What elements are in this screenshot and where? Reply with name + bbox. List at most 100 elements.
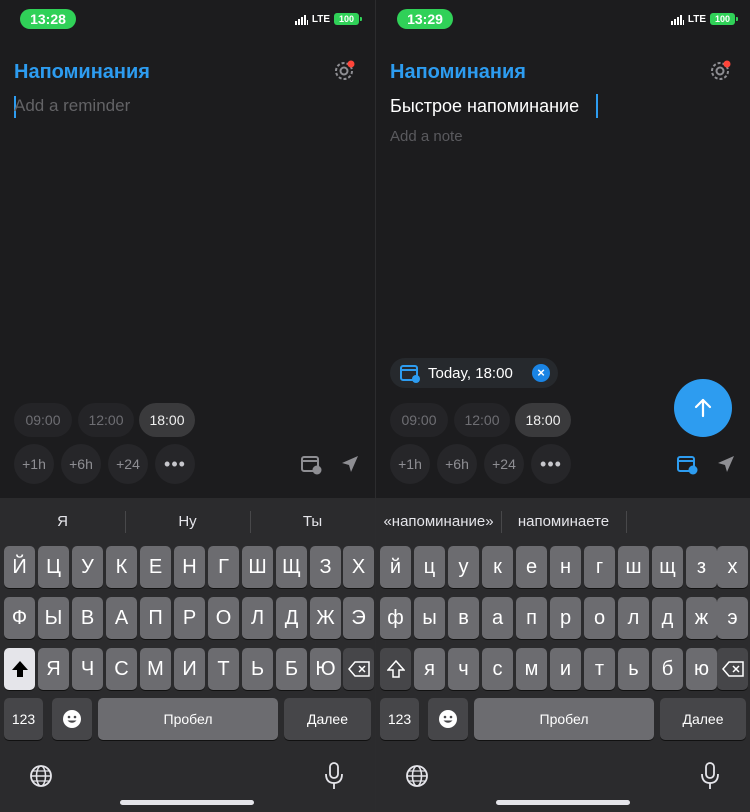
key[interactable]: П <box>140 597 171 639</box>
settings-gear-icon[interactable] <box>333 60 355 82</box>
key[interactable]: Я <box>38 648 69 690</box>
return-key[interactable]: Далее <box>284 698 371 740</box>
time-chip-0900[interactable]: 09:00 <box>390 403 448 437</box>
key[interactable]: ж <box>686 597 717 639</box>
key[interactable]: Й <box>4 546 35 588</box>
key[interactable]: а <box>482 597 513 639</box>
key[interactable]: Ч <box>72 648 103 690</box>
location-arrow-icon[interactable] <box>715 453 737 475</box>
key[interactable]: м <box>516 648 547 690</box>
microphone-icon[interactable] <box>324 762 344 790</box>
key[interactable]: У <box>72 546 103 588</box>
key[interactable]: Х <box>343 546 374 588</box>
key[interactable]: Ь <box>242 648 273 690</box>
key[interactable]: к <box>482 546 513 588</box>
note-input[interactable]: Add a note <box>390 128 463 145</box>
due-date-chip[interactable]: Today, 18:00 × <box>390 358 558 388</box>
key[interactable]: ы <box>414 597 445 639</box>
key[interactable]: ь <box>618 648 649 690</box>
key[interactable]: х <box>717 546 748 588</box>
more-button[interactable]: ••• <box>155 444 195 484</box>
key[interactable]: ю <box>686 648 717 690</box>
shift-key[interactable] <box>380 648 411 690</box>
suggestion-item[interactable]: Ну <box>125 508 250 536</box>
key[interactable]: о <box>584 597 615 639</box>
key[interactable]: э <box>717 597 748 639</box>
key[interactable]: Ф <box>4 597 35 639</box>
numbers-key[interactable]: 123 <box>380 698 419 740</box>
key[interactable]: Щ <box>276 546 307 588</box>
time-chip-1200[interactable]: 12:00 <box>78 403 134 437</box>
space-key[interactable]: Пробел <box>474 698 654 740</box>
microphone-icon[interactable] <box>700 762 720 790</box>
key[interactable]: ц <box>414 546 445 588</box>
key[interactable]: К <box>106 546 137 588</box>
key[interactable]: И <box>174 648 205 690</box>
key[interactable]: А <box>106 597 137 639</box>
key[interactable]: ч <box>448 648 479 690</box>
key[interactable]: д <box>652 597 683 639</box>
key[interactable]: Ш <box>242 546 273 588</box>
reminder-input[interactable]: Add a reminder <box>14 96 130 116</box>
clear-x-icon[interactable]: × <box>532 364 550 382</box>
suggestion-item[interactable]: «напоминание» <box>376 508 501 536</box>
key[interactable]: Ж <box>310 597 341 639</box>
key[interactable]: Н <box>174 546 205 588</box>
offset-chip-24[interactable]: +24 <box>484 444 524 484</box>
key[interactable]: з <box>686 546 717 588</box>
home-indicator[interactable] <box>120 800 254 805</box>
key[interactable]: п <box>516 597 547 639</box>
key[interactable]: З <box>310 546 341 588</box>
time-chip-1800[interactable]: 18:00 <box>139 403 195 437</box>
calendar-icon[interactable] <box>676 453 698 475</box>
key[interactable]: в <box>448 597 479 639</box>
globe-icon[interactable] <box>29 764 53 788</box>
key[interactable]: н <box>550 546 581 588</box>
time-chip-0900[interactable]: 09:00 <box>14 403 72 437</box>
suggestion-item[interactable] <box>626 508 750 536</box>
time-chip-1800[interactable]: 18:00 <box>515 403 571 437</box>
key[interactable]: с <box>482 648 513 690</box>
globe-icon[interactable] <box>405 764 429 788</box>
more-button[interactable]: ••• <box>531 444 571 484</box>
key[interactable]: я <box>414 648 445 690</box>
emoji-key[interactable] <box>428 698 468 740</box>
key[interactable]: б <box>652 648 683 690</box>
key[interactable]: О <box>208 597 239 639</box>
offset-chip-24[interactable]: +24 <box>108 444 148 484</box>
key[interactable]: Ы <box>38 597 69 639</box>
key[interactable]: т <box>584 648 615 690</box>
offset-chip-6h[interactable]: +6h <box>61 444 101 484</box>
key[interactable]: Б <box>276 648 307 690</box>
settings-gear-icon[interactable] <box>709 60 731 82</box>
reminder-input[interactable]: Быстрое напоминание <box>390 96 579 117</box>
key[interactable]: Л <box>242 597 273 639</box>
delete-key[interactable] <box>717 648 748 690</box>
key[interactable]: у <box>448 546 479 588</box>
offset-chip-6h[interactable]: +6h <box>437 444 477 484</box>
time-chip-1200[interactable]: 12:00 <box>454 403 510 437</box>
suggestion-item[interactable]: Ты <box>250 508 375 536</box>
send-button[interactable] <box>674 379 732 437</box>
location-arrow-icon[interactable] <box>339 453 361 475</box>
key[interactable]: Р <box>174 597 205 639</box>
key[interactable]: Т <box>208 648 239 690</box>
offset-chip-1h[interactable]: +1h <box>14 444 54 484</box>
key[interactable]: Д <box>276 597 307 639</box>
key[interactable]: й <box>380 546 411 588</box>
key[interactable]: Г <box>208 546 239 588</box>
suggestion-item[interactable]: Я <box>0 508 125 536</box>
home-indicator[interactable] <box>496 800 630 805</box>
key[interactable]: е <box>516 546 547 588</box>
numbers-key[interactable]: 123 <box>4 698 43 740</box>
delete-key[interactable] <box>343 648 374 690</box>
space-key[interactable]: Пробел <box>98 698 278 740</box>
offset-chip-1h[interactable]: +1h <box>390 444 430 484</box>
key[interactable]: Ю <box>310 648 341 690</box>
key[interactable]: Э <box>343 597 374 639</box>
key[interactable]: р <box>550 597 581 639</box>
emoji-key[interactable] <box>52 698 92 740</box>
key[interactable]: В <box>72 597 103 639</box>
key[interactable]: ш <box>618 546 649 588</box>
suggestion-item[interactable]: напоминаете <box>501 508 626 536</box>
